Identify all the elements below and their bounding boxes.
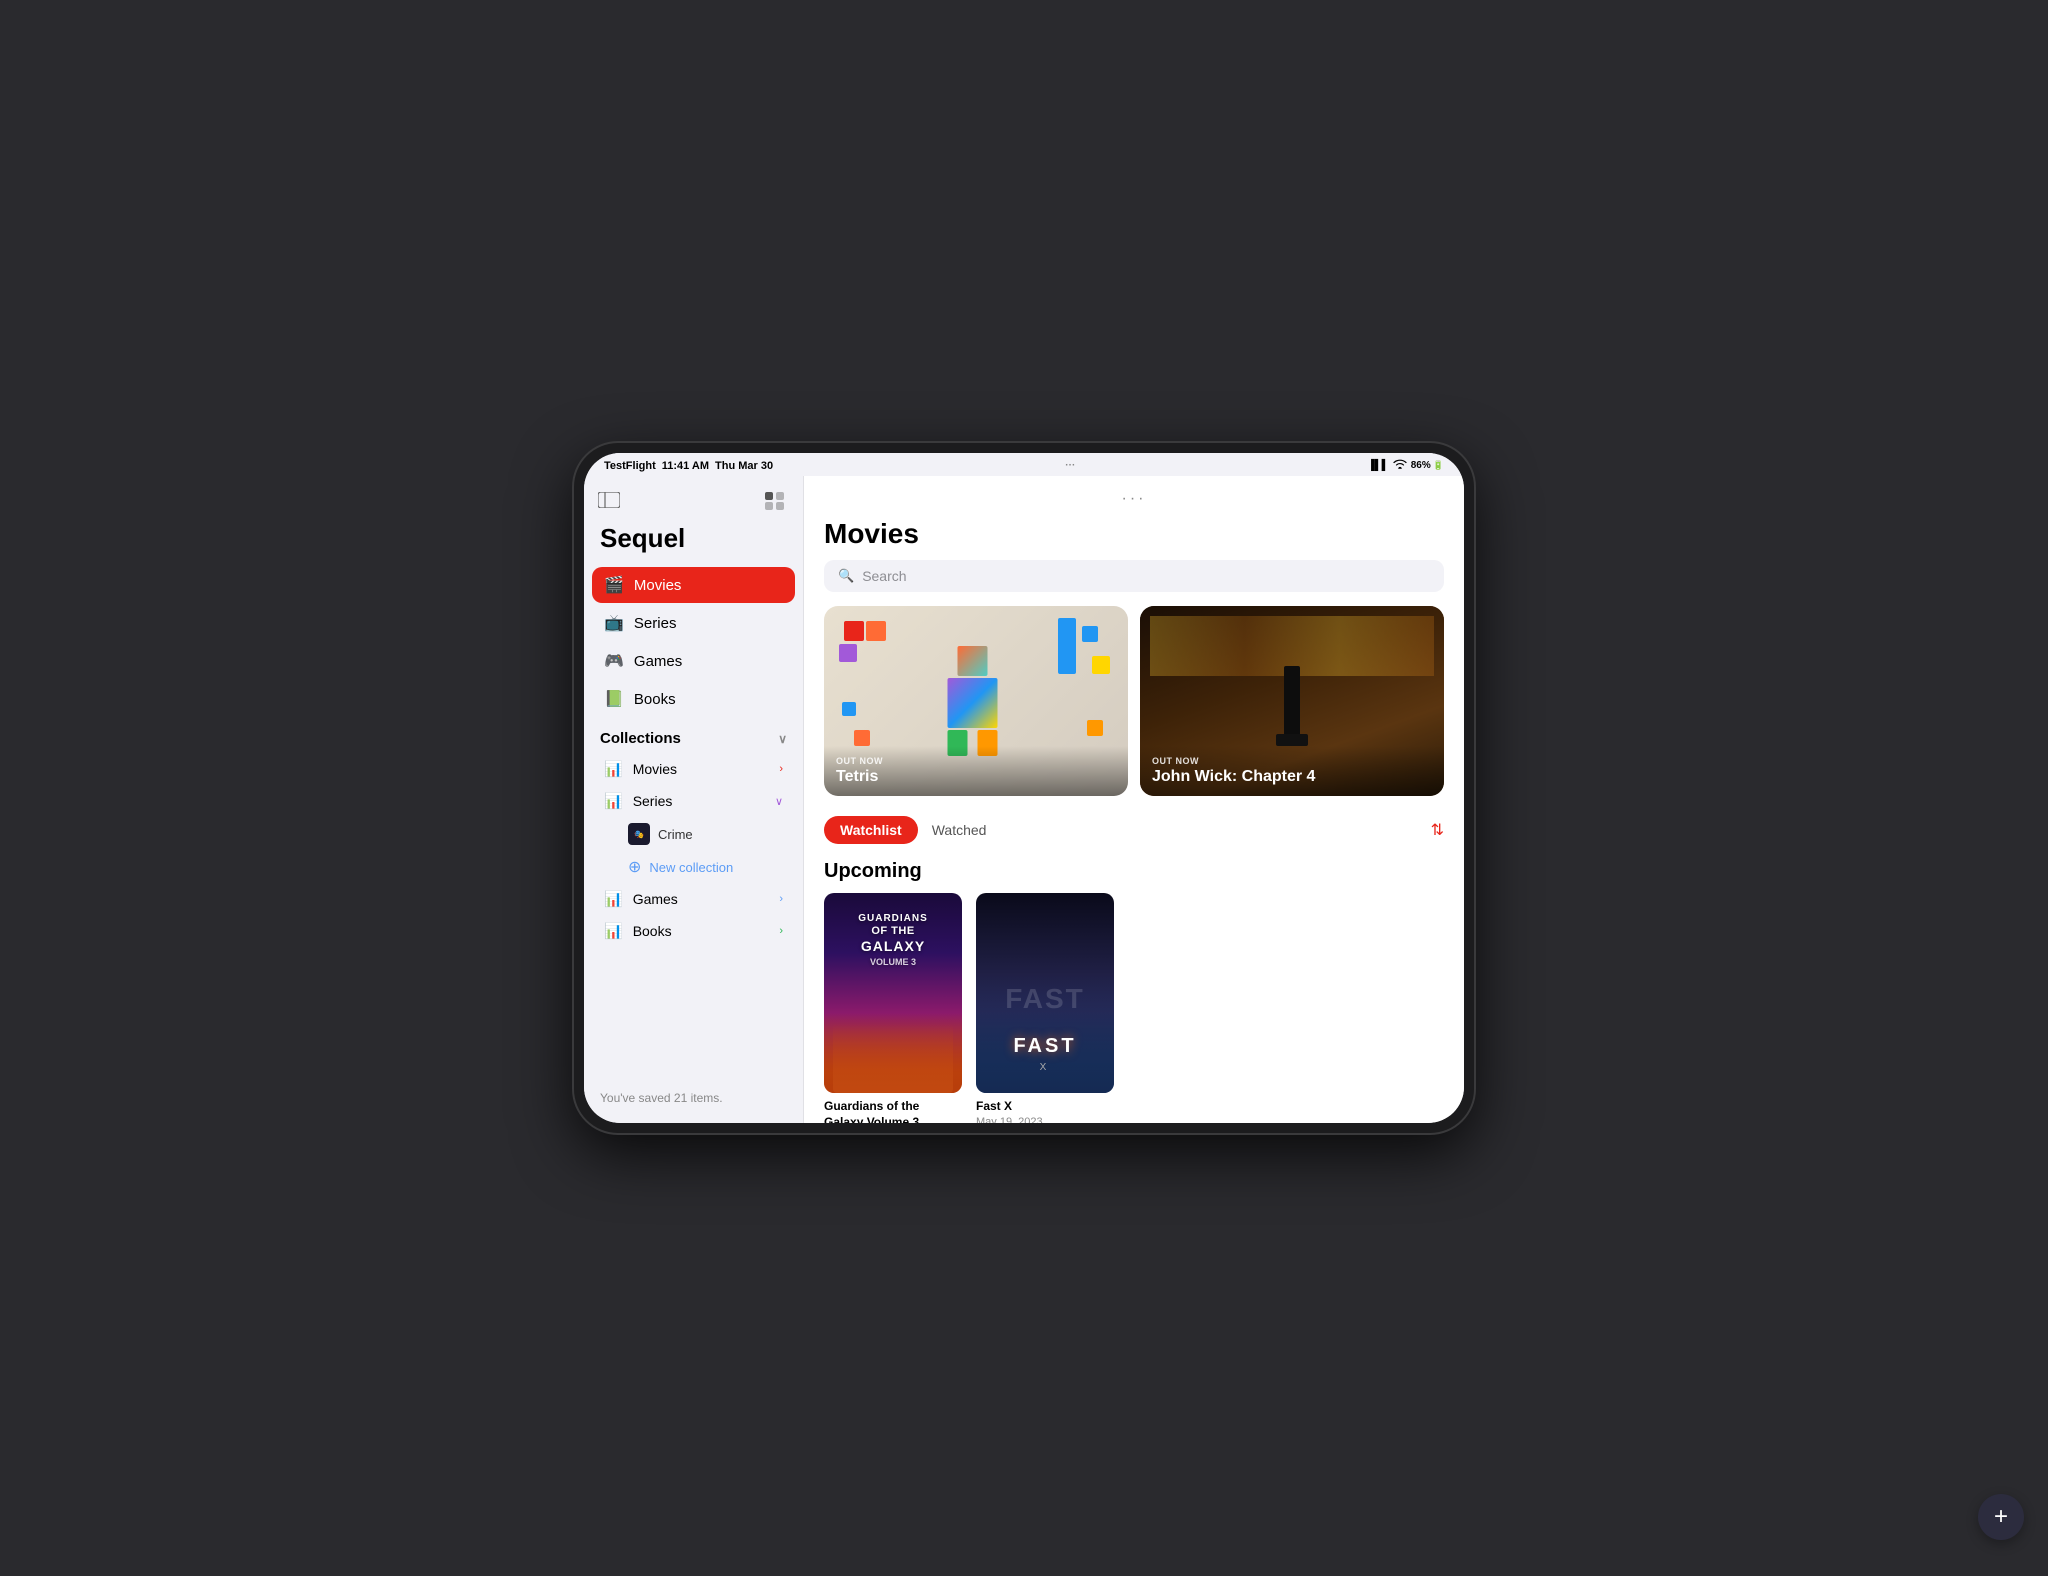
featured-overlay-tetris: OUT NOW Tetris bbox=[824, 746, 1128, 796]
date-text: Thu Mar 30 bbox=[715, 460, 773, 472]
sidebar-item-label: Games bbox=[634, 653, 682, 670]
fastx-poster: FAST FAST X bbox=[976, 893, 1114, 1093]
featured-card-johnwick[interactable]: OUT NOW John Wick: Chapter 4 bbox=[1140, 606, 1444, 796]
sidebar-filter-icon[interactable] bbox=[763, 490, 789, 515]
collection-label: Movies bbox=[633, 761, 677, 777]
time-text: 11:41 AM bbox=[662, 460, 709, 472]
main-header: ··· bbox=[804, 476, 1464, 518]
tetris-badge: OUT NOW bbox=[836, 756, 1116, 766]
collections-chevron-icon: ∨ bbox=[778, 732, 787, 746]
collection-series-icon: 📊 bbox=[604, 792, 623, 810]
movie-card-fastx[interactable]: FAST FAST X Fast X May 19, 2023 bbox=[976, 893, 1114, 1123]
movies-grid-upcoming: GUARDIANS OF THE GALAXY VOLUME 3 Guardia… bbox=[804, 893, 1464, 1123]
app-title: Sequel bbox=[584, 523, 803, 566]
series-icon: 📺 bbox=[604, 613, 624, 633]
movie-card-gotg[interactable]: GUARDIANS OF THE GALAXY VOLUME 3 Guardia… bbox=[824, 893, 962, 1123]
sort-icon[interactable]: ⇅ bbox=[1431, 820, 1444, 840]
books-icon: 📗 bbox=[604, 689, 624, 709]
tetris-block bbox=[854, 730, 870, 746]
subcollection-crime[interactable]: 🎭 Crime bbox=[592, 818, 795, 850]
collection-games[interactable]: 📊 Games › bbox=[592, 884, 795, 914]
tab-watched[interactable]: Watched bbox=[918, 816, 1001, 844]
tetris-block bbox=[842, 702, 856, 716]
sidebar-item-label: Books bbox=[634, 691, 676, 708]
gotg-poster-text: GUARDIANS OF THE GALAXY VOLUME 3 bbox=[824, 913, 962, 968]
collection-books-icon: 📊 bbox=[604, 922, 623, 940]
collection-movies[interactable]: 📊 Movies › bbox=[592, 754, 795, 784]
signal-icon: ▐▌▌ bbox=[1367, 460, 1388, 471]
collection-books[interactable]: 📊 Books › bbox=[592, 916, 795, 946]
battery-icon: 86% 🔋 bbox=[1411, 460, 1444, 471]
sidebar-item-books[interactable]: 📗 Books bbox=[592, 681, 795, 717]
collection-series[interactable]: 📊 Series ∨ bbox=[592, 786, 795, 816]
new-collection-label: New collection bbox=[649, 860, 733, 875]
fastx-date: May 19, 2023 bbox=[976, 1116, 1114, 1123]
fastx-logo-sub: X bbox=[1040, 1062, 1051, 1073]
saved-count-text: You've saved 21 items. bbox=[584, 1075, 803, 1113]
search-icon: 🔍 bbox=[838, 568, 854, 584]
search-bar[interactable]: 🔍 Search bbox=[824, 560, 1444, 592]
tetris-block bbox=[1058, 618, 1076, 674]
gotg-poster: GUARDIANS OF THE GALAXY VOLUME 3 bbox=[824, 893, 962, 1093]
status-bar: TestFlight 11:41 AM Thu Mar 30 ··· ▐▌▌ 8… bbox=[584, 453, 1464, 476]
collection-label: Books bbox=[633, 923, 672, 939]
plus-circle-icon: ⊕ bbox=[628, 857, 641, 877]
crime-thumbnail: 🎭 bbox=[628, 823, 650, 845]
tetris-block bbox=[844, 621, 864, 641]
featured-row: OUT NOW Tetris bbox=[804, 606, 1464, 812]
sidebar-item-label: Series bbox=[634, 615, 677, 632]
sidebar-header bbox=[584, 486, 803, 523]
upcoming-section-title: Upcoming bbox=[804, 854, 1464, 893]
sidebar-item-games[interactable]: 🎮 Games bbox=[592, 643, 795, 679]
main-content: ··· Movies 🔍 Search bbox=[804, 476, 1464, 1123]
sidebar-toggle-icon[interactable] bbox=[598, 492, 620, 513]
tetris-block bbox=[839, 644, 857, 662]
games-icon: 🎮 bbox=[604, 651, 624, 671]
collections-label: Collections bbox=[600, 730, 681, 747]
collection-series-chevron: ∨ bbox=[775, 795, 783, 808]
johnwick-title: John Wick: Chapter 4 bbox=[1152, 768, 1432, 786]
app-container: Sequel 🎬 Movies 📺 Series 🎮 Games 📗 Books bbox=[584, 476, 1464, 1123]
tetris-block bbox=[1087, 720, 1103, 736]
collection-games-chevron: › bbox=[779, 893, 783, 905]
collection-label: Series bbox=[633, 793, 673, 809]
fastx-logo-text: FAST bbox=[1013, 1035, 1076, 1058]
featured-overlay-jw: OUT NOW John Wick: Chapter 4 bbox=[1140, 746, 1444, 796]
tab-watchlist[interactable]: Watchlist bbox=[824, 816, 918, 844]
sidebar-item-label: Movies bbox=[634, 577, 682, 594]
new-collection-button[interactable]: ⊕ New collection bbox=[592, 852, 795, 882]
movies-icon: 🎬 bbox=[604, 575, 624, 595]
sidebar-item-series[interactable]: 📺 Series bbox=[592, 605, 795, 641]
collection-movies-chevron: › bbox=[779, 763, 783, 775]
wifi-icon bbox=[1393, 459, 1407, 472]
device-screen: TestFlight 11:41 AM Thu Mar 30 ··· ▐▌▌ 8… bbox=[584, 453, 1464, 1123]
featured-card-tetris[interactable]: OUT NOW Tetris bbox=[824, 606, 1128, 796]
collection-books-chevron: › bbox=[779, 925, 783, 937]
collection-games-icon: 📊 bbox=[604, 890, 623, 908]
more-options-icon[interactable]: ··· bbox=[1122, 490, 1147, 508]
fastx-title: Fast X bbox=[976, 1099, 1114, 1115]
tetris-block bbox=[1092, 656, 1110, 674]
sidebar-item-movies[interactable]: 🎬 Movies bbox=[592, 567, 795, 603]
fastx-characters: FAST bbox=[976, 973, 1114, 1093]
status-ellipsis: ··· bbox=[1065, 460, 1075, 471]
tabs-row: Watchlist Watched ⇅ bbox=[804, 812, 1464, 854]
gotg-title: Guardians of the Galaxy Volume 3 bbox=[824, 1099, 962, 1123]
device-frame: TestFlight 11:41 AM Thu Mar 30 ··· ▐▌▌ 8… bbox=[574, 443, 1474, 1133]
collections-section-header[interactable]: Collections ∨ bbox=[584, 718, 803, 753]
jw-figure-wrapper bbox=[1284, 666, 1300, 746]
tetris-title: Tetris bbox=[836, 768, 1116, 786]
collection-label: Games bbox=[633, 891, 678, 907]
gotg-characters bbox=[824, 1013, 962, 1093]
tetris-block bbox=[866, 621, 886, 641]
johnwick-badge: OUT NOW bbox=[1152, 756, 1432, 766]
search-input[interactable]: Search bbox=[862, 568, 906, 584]
sidebar: Sequel 🎬 Movies 📺 Series 🎮 Games 📗 Books bbox=[584, 476, 804, 1123]
carrier-text: TestFlight bbox=[604, 460, 656, 472]
subcollection-crime-label: Crime bbox=[658, 827, 693, 842]
collection-movies-icon: 📊 bbox=[604, 760, 623, 778]
tetris-block bbox=[1082, 626, 1098, 642]
tetris-person-figure bbox=[938, 646, 1008, 756]
page-title: Movies bbox=[804, 518, 1464, 560]
